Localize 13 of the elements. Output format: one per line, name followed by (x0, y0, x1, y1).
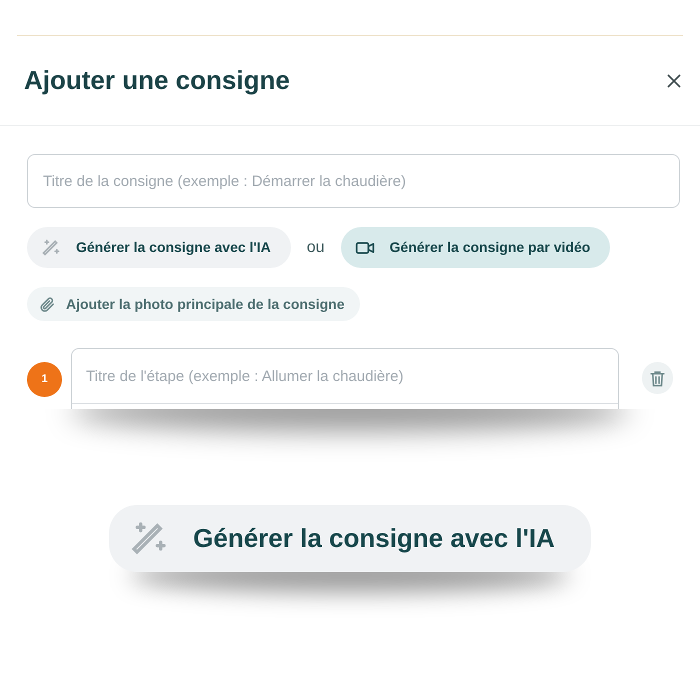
dialog-title: Ajouter une consigne (24, 64, 290, 97)
close-icon[interactable] (666, 72, 682, 88)
generate-video-button[interactable]: Générer la consigne par vidéo (340, 227, 610, 268)
paperclip-icon (39, 296, 56, 312)
step-number-badge: 1 (27, 362, 62, 397)
add-photo-button[interactable]: Ajouter la photo principale de la consigne (27, 287, 360, 321)
step-title-input-field[interactable]: Titre de l'étape (exemple : Allumer la chaudière) (71, 348, 620, 409)
trash-icon[interactable] (642, 362, 673, 394)
magic-wand-icon (41, 238, 61, 258)
separator-text: ou (306, 238, 326, 258)
generate-ai-button[interactable]: Générer la consigne avec l'IA (109, 505, 591, 572)
title-input-field[interactable]: Titre de la consigne (exemple : Démarrer la chaudière) (27, 154, 680, 208)
generate-ai-button[interactable]: Générer la consigne avec l'IA (27, 227, 291, 268)
